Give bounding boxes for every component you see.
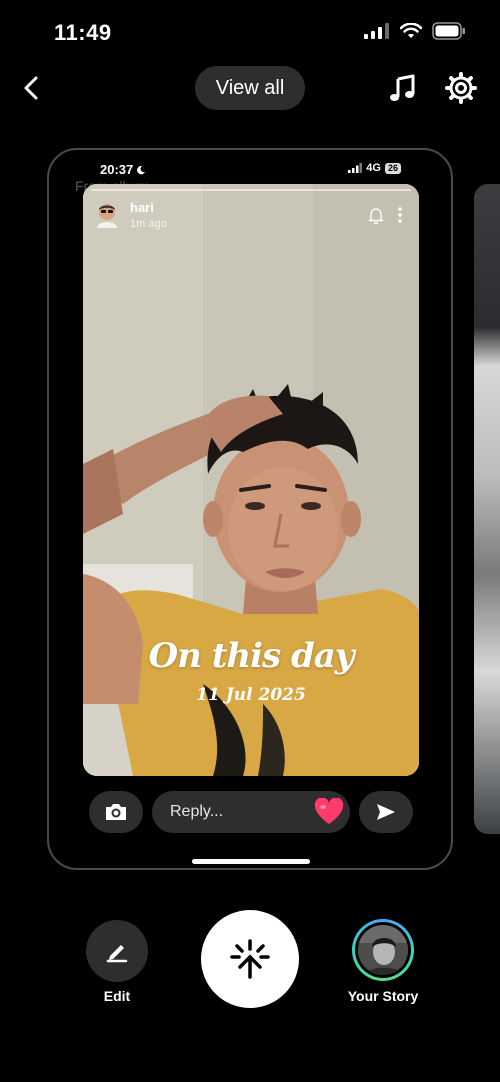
story-frame[interactable]: hari 1m ago On this day 11 Jul 2025 [83, 184, 419, 776]
your-story-button[interactable] [352, 919, 414, 981]
send-button[interactable] [359, 791, 413, 833]
edit-label: Edit [103, 988, 131, 1004]
edit-button[interactable] [86, 920, 148, 982]
gear-icon [445, 72, 477, 104]
capture-button[interactable] [201, 910, 299, 1008]
send-icon [377, 804, 395, 820]
camera-icon [106, 804, 126, 820]
status-icons [364, 22, 466, 40]
preview-battery-badge: 26 [384, 162, 401, 174]
pencil-icon [106, 945, 128, 963]
preview-network-label: 4G [366, 162, 381, 174]
your-story-avatar [358, 925, 408, 975]
bitmoji-avatar[interactable] [93, 200, 121, 228]
next-story-card[interactable] [474, 184, 500, 834]
story-preview-card: 20:37 4G 26 From album [47, 148, 453, 870]
wifi-icon [400, 23, 422, 38]
your-story-ring-gap [355, 922, 411, 978]
music-note-icon [390, 74, 415, 101]
back-button[interactable] [14, 70, 50, 106]
your-story-label: Your Story [347, 988, 419, 1004]
on-this-day-title: On this day [148, 636, 354, 676]
preview-home-indicator [192, 859, 310, 864]
heart-icon[interactable] [314, 798, 344, 826]
capture-spark-icon [230, 939, 270, 979]
preview-status-icons: 4G 26 [348, 162, 401, 174]
bell-icon[interactable] [367, 206, 385, 224]
battery-icon [432, 22, 465, 40]
cellular-signal-icon [364, 23, 389, 39]
music-button[interactable] [385, 70, 421, 106]
more-vertical-icon[interactable] [391, 206, 409, 224]
story-time-ago: 1m ago [130, 218, 167, 230]
story-username[interactable]: hari [130, 200, 154, 215]
view-all-button[interactable]: View all [195, 66, 305, 110]
moon-icon [137, 165, 146, 174]
settings-button[interactable] [443, 70, 479, 106]
preview-time-text: 20:37 [100, 162, 134, 177]
preview-status-time: 20:37 [100, 162, 146, 177]
reply-placeholder: Reply... [170, 803, 224, 820]
on-this-day-date: 11 Jul 2025 [196, 685, 306, 705]
reply-input[interactable]: Reply... [152, 791, 350, 833]
story-progress-bar [91, 189, 411, 191]
status-time: 11:49 [54, 20, 112, 45]
chevron-left-icon [24, 76, 38, 100]
status-bar: 11:49 [0, 0, 500, 64]
preview-signal-icon [348, 163, 363, 173]
camera-button[interactable] [89, 791, 143, 833]
